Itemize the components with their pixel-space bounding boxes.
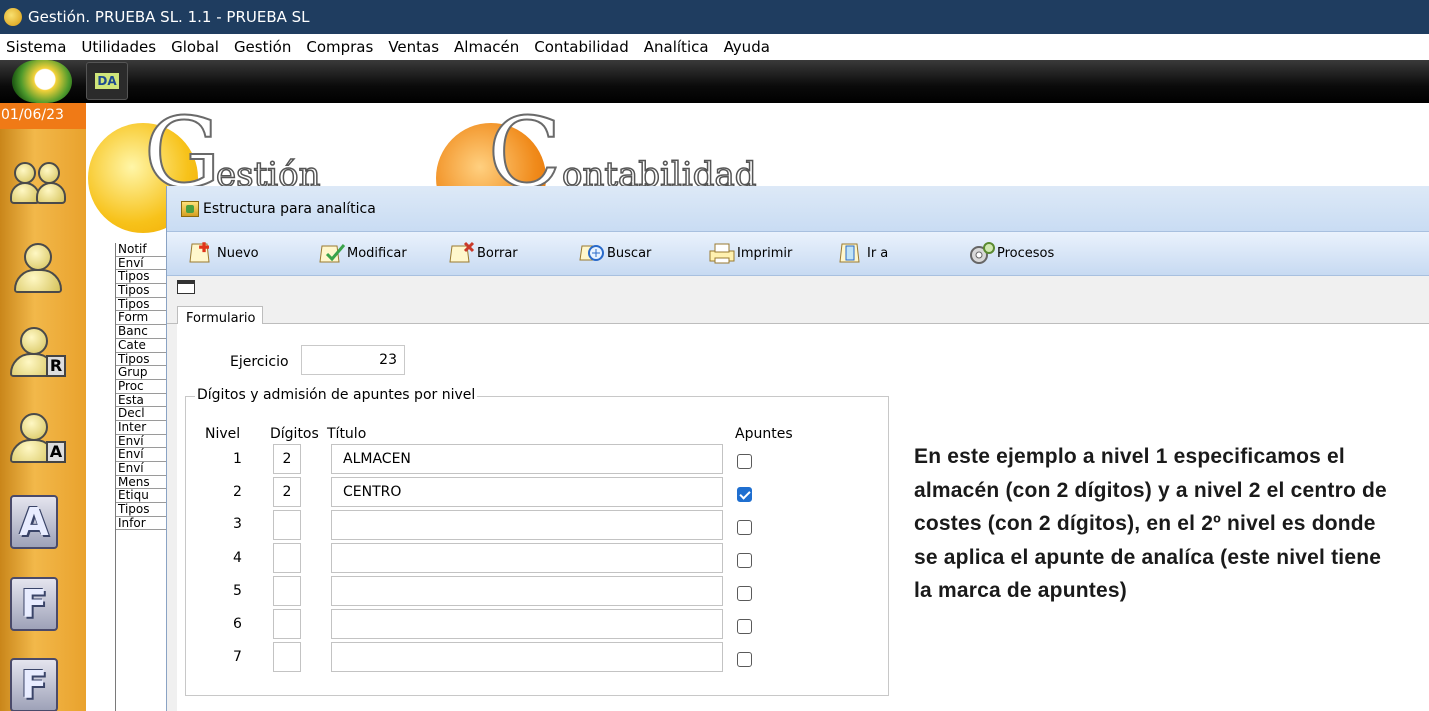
dialog-title: Estructura para analítica: [203, 200, 376, 217]
window-title: Gestión. PRUEBA SL. 1.1 - PRUEBA SL: [28, 8, 310, 26]
process-icon: [967, 240, 997, 266]
user-icon[interactable]: [10, 243, 66, 293]
row-1-digitos[interactable]: 2: [273, 444, 301, 474]
menu-contabilidad[interactable]: Contabilidad: [528, 38, 638, 56]
date-badge: 01/06/23: [0, 103, 86, 129]
letter-r-badge: R: [46, 355, 66, 377]
menu-analitica[interactable]: Analítica: [638, 38, 718, 56]
row-1-apuntes-checkbox[interactable]: [737, 454, 752, 469]
new-icon: [187, 240, 217, 266]
nuevo-button[interactable]: Nuevo: [187, 238, 259, 268]
row-4-titulo[interactable]: [331, 543, 723, 573]
row-1-nivel: 1: [233, 451, 242, 467]
menu-gestion[interactable]: Gestión: [228, 38, 300, 56]
search-icon: [577, 240, 607, 266]
title-bar: Gestión. PRUEBA SL. 1.1 - PRUEBA SL: [0, 0, 1429, 34]
col-titulo: Título: [327, 426, 367, 442]
imprimir-label: Imprimir: [737, 245, 793, 261]
row-5-nivel: 5: [233, 583, 242, 599]
row-2-digitos[interactable]: 2: [273, 477, 301, 507]
row-6-titulo[interactable]: [331, 609, 723, 639]
ejercicio-label: Ejercicio: [230, 354, 289, 370]
ir-a-button[interactable]: Ir a: [837, 238, 888, 268]
menu-sistema[interactable]: Sistema: [0, 38, 75, 56]
procesos-button[interactable]: Procesos: [967, 238, 1054, 268]
row-3-titulo[interactable]: [331, 510, 723, 540]
procesos-label: Procesos: [997, 245, 1055, 261]
users-icon[interactable]: [10, 158, 66, 208]
row-5-apuntes-checkbox[interactable]: [737, 586, 752, 601]
row-4-digitos[interactable]: [273, 543, 301, 573]
row-7-digitos[interactable]: [273, 642, 301, 672]
row-6-nivel: 6: [233, 616, 242, 632]
app-icon: [4, 8, 22, 26]
window-title-bar[interactable]: Estructura para analítica: [167, 186, 1429, 232]
modificar-button[interactable]: Modificar: [317, 238, 407, 268]
row-4-nivel: 4: [233, 550, 242, 566]
row-2-nivel: 2: [233, 484, 242, 500]
row-5-digitos[interactable]: [273, 576, 301, 606]
col-digitos: Dígitos: [270, 426, 319, 442]
module-button[interactable]: DA: [86, 62, 128, 100]
menu-compras[interactable]: Compras: [300, 38, 382, 56]
groupbox-legend: Dígitos y admisión de apuntes por nivel: [195, 387, 478, 403]
row-4-apuntes-checkbox[interactable]: [737, 553, 752, 568]
user-r-icon[interactable]: R: [10, 327, 66, 377]
ejercicio-input[interactable]: 23: [301, 345, 405, 375]
col-apuntes: Apuntes: [735, 426, 793, 442]
row-7-apuntes-checkbox[interactable]: [737, 652, 752, 667]
row-7-nivel: 7: [233, 649, 242, 665]
user-a-icon[interactable]: A: [10, 413, 66, 463]
row-6-apuntes-checkbox[interactable]: [737, 619, 752, 634]
left-sidebar: 01/06/23 R A A F F: [0, 103, 86, 711]
row-3-apuntes-checkbox[interactable]: [737, 520, 752, 535]
edit-icon: [317, 240, 347, 266]
module-ball-icon[interactable]: [12, 60, 72, 103]
menu-bar: Sistema Utilidades Global Gestión Compra…: [0, 34, 1429, 60]
row-6-digitos[interactable]: [273, 609, 301, 639]
borrar-button[interactable]: Borrar: [447, 238, 518, 268]
row-2-titulo[interactable]: CENTRO: [331, 477, 723, 507]
letter-f-icon-2[interactable]: F: [10, 658, 58, 711]
row-3-nivel: 3: [233, 516, 242, 532]
nuevo-label: Nuevo: [217, 245, 259, 261]
letter-f-icon[interactable]: F: [10, 577, 58, 631]
menu-almacen[interactable]: Almacén: [448, 38, 528, 56]
table-view-icon[interactable]: [177, 280, 195, 294]
borrar-label: Borrar: [477, 245, 518, 261]
tab-strip: Formulario: [167, 294, 1429, 333]
row-5-titulo[interactable]: [331, 576, 723, 606]
buscar-button[interactable]: Buscar: [577, 238, 651, 268]
module-button-label: DA: [95, 73, 119, 89]
print-icon: [707, 240, 737, 266]
row-2-apuntes-checkbox[interactable]: [737, 487, 752, 502]
menu-ventas[interactable]: Ventas: [382, 38, 448, 56]
annotation-text: En este ejemplo a nivel 1 especificamos …: [914, 445, 1387, 602]
letter-a-badge: A: [46, 441, 66, 463]
window-icon: [181, 200, 199, 217]
goto-icon: [837, 240, 867, 266]
row-7-titulo[interactable]: [331, 642, 723, 672]
col-nivel: Nivel: [205, 426, 241, 442]
menu-global[interactable]: Global: [165, 38, 228, 56]
letter-a-icon[interactable]: A: [10, 495, 58, 549]
ir-a-label: Ir a: [867, 245, 889, 261]
modificar-label: Modificar: [347, 245, 407, 261]
menu-utilidades[interactable]: Utilidades: [75, 38, 165, 56]
delete-icon: [447, 240, 477, 266]
dialog-toolbar: Nuevo Modificar Borrar Buscar Imprimir I…: [167, 232, 1429, 276]
row-3-digitos[interactable]: [273, 510, 301, 540]
imprimir-button[interactable]: Imprimir: [707, 238, 792, 268]
menu-ayuda[interactable]: Ayuda: [718, 38, 779, 56]
buscar-label: Buscar: [607, 245, 652, 261]
row-1-titulo[interactable]: ALMACEN: [331, 444, 723, 474]
